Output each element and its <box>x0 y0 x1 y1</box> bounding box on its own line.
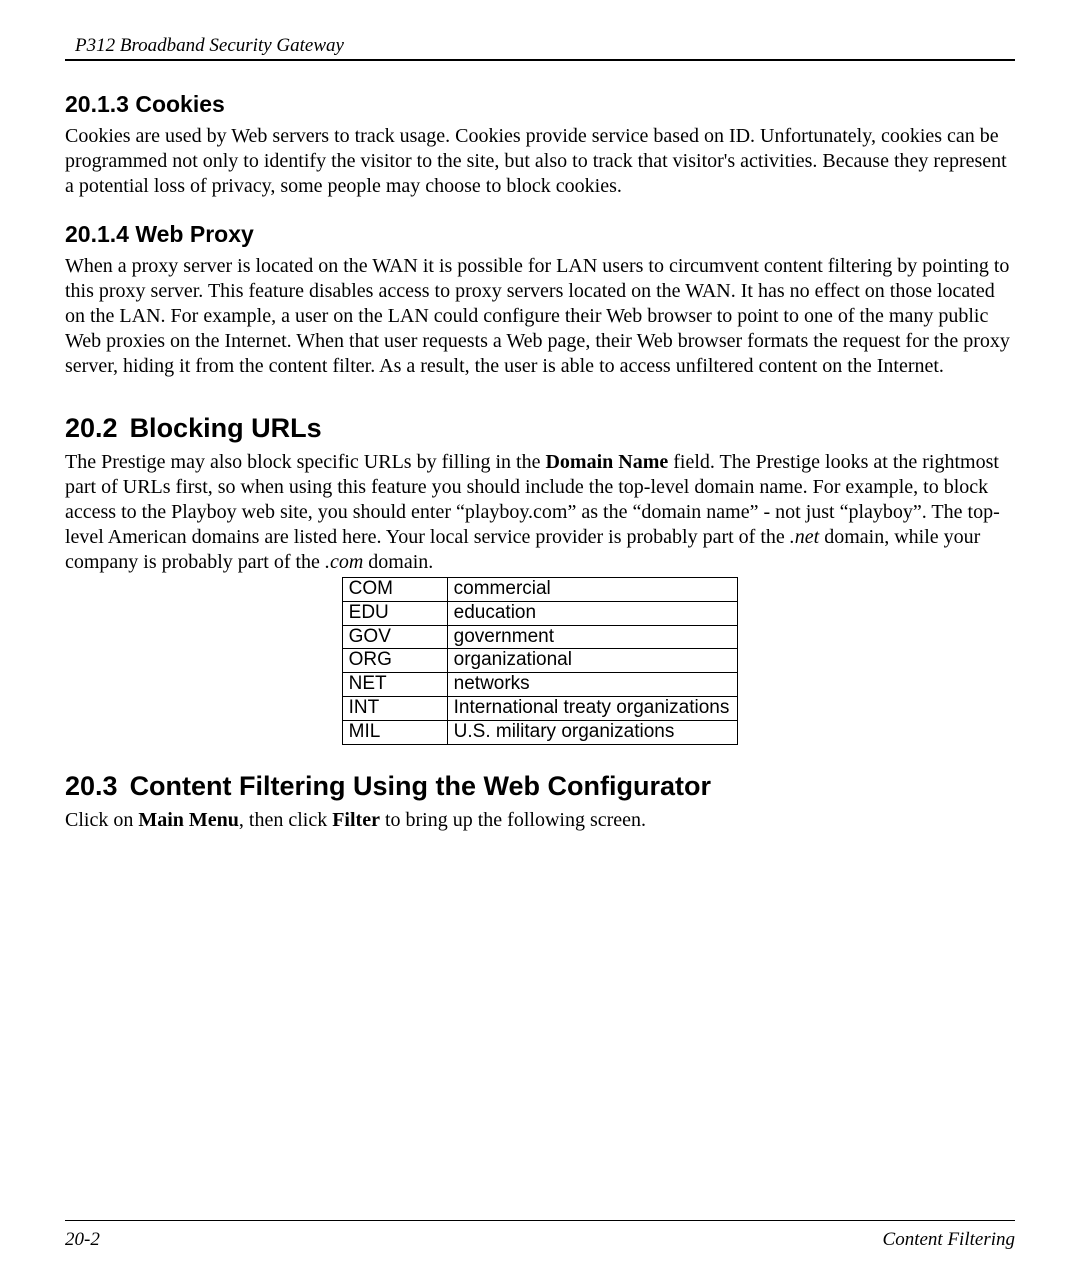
domain-code: MIL <box>342 720 447 744</box>
section-title: Blocking URLs <box>130 413 322 443</box>
footer-section-label: Content Filtering <box>883 1229 1015 1251</box>
bold-main-menu: Main Menu <box>138 809 239 831</box>
italic-net: .net <box>790 526 819 548</box>
domain-code: NET <box>342 673 447 697</box>
text-fragment: , then click <box>239 809 332 831</box>
para-blocking: The Prestige may also block specific URL… <box>65 450 1015 575</box>
heading-blocking-urls: 20.2 Blocking URLs <box>65 413 1015 444</box>
bold-domain-name: Domain Name <box>545 451 668 473</box>
domain-desc: government <box>447 625 738 649</box>
domain-desc: networks <box>447 673 738 697</box>
spacer <box>65 855 1015 1220</box>
text-fragment: Click on <box>65 809 138 831</box>
section-title: Content Filtering Using the Web Configur… <box>130 771 711 801</box>
page-number: 20-2 <box>65 1229 100 1251</box>
table-row: ORG organizational <box>342 649 738 673</box>
heading-content-filtering: 20.3 Content Filtering Using the Web Conf… <box>65 771 1015 802</box>
page-container: P312 Broadband Security Gateway 20.1.3 C… <box>0 0 1080 1281</box>
page-footer: 20-2 Content Filtering <box>65 1229 1015 1251</box>
domain-desc: organizational <box>447 649 738 673</box>
heading-cookies: 20.1.3 Cookies <box>65 91 1015 118</box>
domain-code: INT <box>342 696 447 720</box>
table-row: EDU education <box>342 601 738 625</box>
domain-desc: International treaty organizations <box>447 696 738 720</box>
section-number: 20.2 <box>65 413 118 443</box>
para-cookies: Cookies are used by Web servers to track… <box>65 124 1015 199</box>
table-row: MIL U.S. military organizations <box>342 720 738 744</box>
domain-desc: education <box>447 601 738 625</box>
text-fragment: to bring up the following screen. <box>380 809 646 831</box>
bold-filter: Filter <box>332 809 380 831</box>
domain-code: COM <box>342 578 447 602</box>
domain-code: ORG <box>342 649 447 673</box>
domain-desc: commercial <box>447 578 738 602</box>
text-fragment: domain. <box>363 551 433 573</box>
header-rule <box>65 59 1015 61</box>
table-row: GOV government <box>342 625 738 649</box>
table-row: INT International treaty organizations <box>342 696 738 720</box>
section-number: 20.3 <box>65 771 118 801</box>
domain-code: GOV <box>342 625 447 649</box>
domain-desc: U.S. military organizations <box>447 720 738 744</box>
para-filtering: Click on Main Menu, then click Filter to… <box>65 808 1015 833</box>
para-webproxy: When a proxy server is located on the WA… <box>65 254 1015 379</box>
footer-rule <box>65 1220 1015 1221</box>
table-row: NET networks <box>342 673 738 697</box>
text-fragment: The Prestige may also block specific URL… <box>65 451 545 473</box>
heading-webproxy: 20.1.4 Web Proxy <box>65 221 1015 248</box>
italic-com: .com <box>325 551 363 573</box>
running-head: P312 Broadband Security Gateway <box>65 35 1015 59</box>
domain-code: EDU <box>342 601 447 625</box>
domains-table: COM commercial EDU education GOV governm… <box>342 577 739 745</box>
table-row: COM commercial <box>342 578 738 602</box>
